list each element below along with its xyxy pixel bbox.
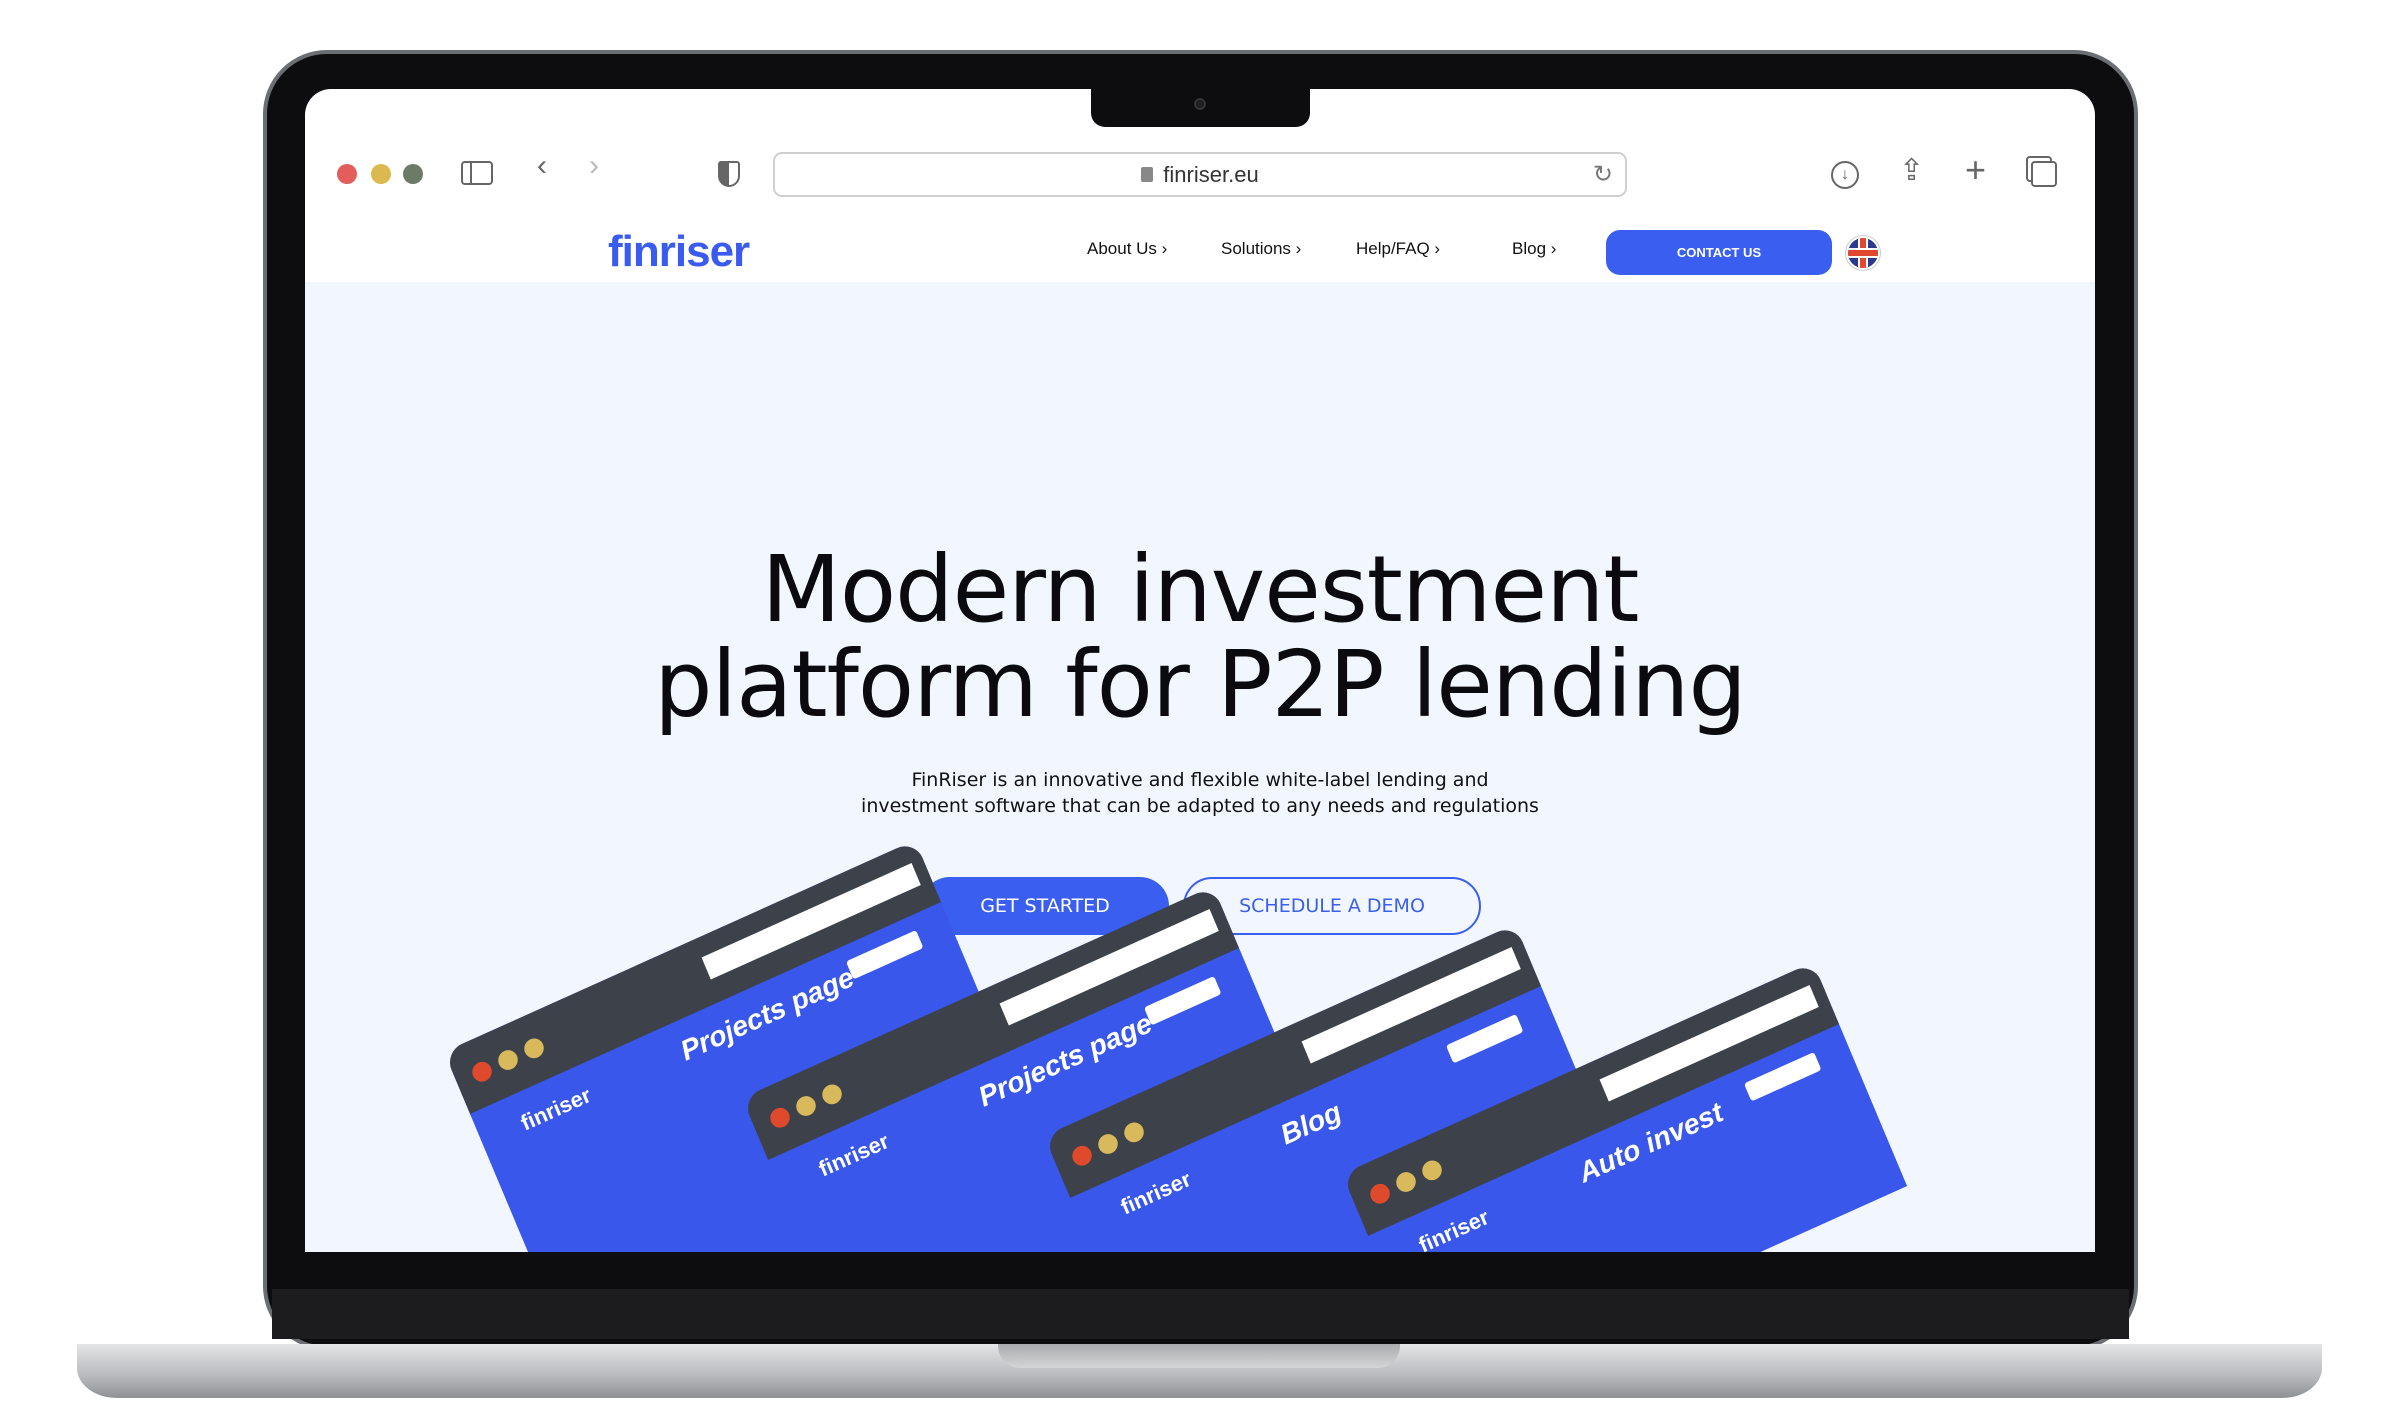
laptop-base-notch [998, 1344, 1400, 1368]
finriser-logo[interactable]: finriser [608, 227, 750, 277]
download-icon[interactable]: ↓ [1831, 161, 1859, 189]
mockup-dot [1367, 1180, 1393, 1207]
sidebar-icon[interactable] [461, 161, 493, 185]
camera-icon [1194, 98, 1206, 110]
hero-section: Modern investment platform for P2P lendin… [305, 282, 2095, 1252]
mockup-logo: finriser [1415, 1205, 1493, 1252]
mockup-dot [1121, 1119, 1147, 1146]
hero-subtitle: FinRiser is an innovative and flexible w… [861, 769, 1539, 817]
contact-us-button[interactable]: CONTACT US [1606, 230, 1832, 275]
zoom-window-button[interactable] [403, 164, 423, 184]
nav-blog[interactable]: Blog › [1512, 239, 1556, 259]
mockup-dot [495, 1047, 521, 1074]
tabs-icon[interactable] [2031, 161, 2057, 187]
mockup-dot [1393, 1169, 1419, 1196]
mockup-dot [1419, 1157, 1445, 1184]
mockup-dot [819, 1081, 845, 1108]
nav-solutions[interactable]: Solutions › [1221, 239, 1301, 259]
mockup-dot [1095, 1131, 1121, 1158]
laptop-bezel-bottom [272, 1289, 2129, 1339]
close-window-button[interactable] [337, 164, 357, 184]
url-text: finriser.eu [1163, 161, 1259, 187]
mockup-title: Blog [1275, 1095, 1346, 1151]
mockup-dot [469, 1058, 495, 1085]
uk-flag-icon[interactable] [1846, 236, 1880, 270]
address-bar[interactable]: finriser.eu ↻ [773, 152, 1627, 197]
mockup-dot [767, 1104, 793, 1131]
new-tab-icon[interactable]: + [1965, 149, 1986, 191]
nav-about-us[interactable]: About Us › [1087, 239, 1167, 259]
mockup-logo: finriser [517, 1083, 595, 1136]
laptop-screen: ‹ › finriser.eu ↻ ↓ ⇪ + finriser About U… [305, 89, 2095, 1252]
reload-icon[interactable]: ↻ [1593, 160, 1613, 189]
mockup-dot [521, 1035, 547, 1062]
mockup-logo: finriser [1117, 1167, 1195, 1220]
site-header: finriser About Us › Solutions › Help/FAQ… [305, 207, 2095, 282]
mockup-dot [793, 1093, 819, 1120]
lock-icon [1141, 167, 1154, 182]
mockup-dot [1069, 1142, 1095, 1169]
minimize-window-button[interactable] [371, 164, 391, 184]
mockup-logo: finriser [815, 1129, 893, 1182]
forward-icon[interactable]: › [589, 151, 599, 181]
shield-icon[interactable] [718, 161, 740, 187]
back-icon[interactable]: ‹ [537, 151, 547, 181]
share-icon[interactable]: ⇪ [1899, 153, 1924, 188]
hero-title: Modern investment platform for P2P lendin… [654, 536, 1747, 738]
nav-help-faq[interactable]: Help/FAQ › [1356, 239, 1440, 259]
